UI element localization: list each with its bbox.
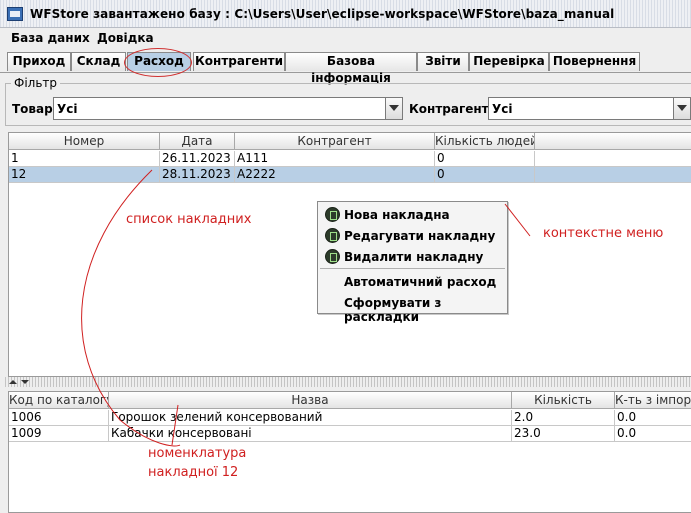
context-menu-edit-invoice[interactable]: Редагувати накладну — [318, 226, 507, 246]
cell-date: 28.11.2023 — [160, 167, 235, 183]
context-menu-separator — [320, 268, 505, 269]
context-menu-from-layout[interactable]: Сформувати з раскладки — [318, 293, 507, 324]
column-header-quantity[interactable]: Кількість — [512, 392, 615, 409]
column-header-people-count[interactable]: Кількість людей — [435, 133, 535, 150]
annotation-context-menu: контекстне меню — [543, 226, 664, 241]
tab-warehouse[interactable]: Склад — [71, 52, 126, 71]
table-row[interactable]: 1 26.11.2023 A111 0 — [9, 151, 691, 167]
column-header-name[interactable]: Назва — [109, 392, 512, 409]
table-row[interactable]: 1006 Горошок зелений консервований 2.0 0… — [9, 410, 691, 426]
context-menu-label: Редагувати накладну — [344, 229, 496, 243]
context-menu-label: Автоматичний расход — [344, 275, 497, 289]
edit-document-icon — [325, 228, 340, 243]
app-window-icon — [7, 7, 23, 21]
goods-combo-value: Усі — [57, 102, 78, 116]
column-header-catalog-code[interactable]: Код по каталогу — [9, 392, 109, 409]
tab-expense[interactable]: Расход — [127, 52, 191, 71]
window-title: WFStore завантажено базу : C:\Users\User… — [30, 7, 615, 21]
items-table: Код по каталогу Назва Кількість К-ть з і… — [8, 391, 691, 513]
goods-combo[interactable]: Усі — [53, 97, 403, 120]
cell-counterparty: A111 — [235, 151, 435, 167]
column-header-number[interactable]: Номер — [9, 133, 160, 150]
table-row[interactable]: 1009 Кабачки консервовані 23.0 0.0 — [9, 426, 691, 442]
cell-name: Горошок зелений консервований — [109, 410, 512, 426]
annotation-invoice-list: список накладних — [126, 212, 252, 227]
context-menu-label: Сформувати з раскладки — [344, 296, 442, 324]
tab-reports[interactable]: Звіти — [417, 52, 469, 71]
cell-number: 1 — [9, 151, 160, 167]
tab-counterparties[interactable]: Контрагенти — [193, 52, 285, 71]
cell-people-count: 0 — [435, 167, 535, 183]
cell-filler — [535, 167, 691, 183]
arrow-up-icon[interactable] — [9, 380, 17, 384]
context-menu-label: Нова накладна — [344, 208, 450, 222]
cell-filler — [535, 151, 691, 167]
context-menu: Нова накладна Редагувати накладну Видали… — [317, 201, 508, 324]
filter-legend: Фільтр — [11, 76, 61, 90]
tab-returns[interactable]: Повернення — [549, 52, 640, 71]
annotation-nomenclature-line1: номенклатура — [148, 446, 247, 461]
cell-import-quantity: 0.0 — [615, 410, 691, 426]
annotation-nomenclature-line2: накладної 12 — [148, 465, 239, 480]
cell-quantity: 2.0 — [512, 410, 615, 426]
title-bar: WFStore завантажено базу : C:\Users\User… — [0, 0, 691, 28]
menu-help[interactable]: Довідка — [97, 31, 154, 45]
split-pane-divider[interactable] — [5, 377, 691, 387]
menu-database[interactable]: База даних — [11, 31, 90, 45]
tab-base-info[interactable]: Базова інформація — [285, 52, 417, 85]
cell-catalog-code: 1006 — [9, 410, 109, 426]
new-document-icon — [325, 207, 340, 222]
column-header-date[interactable]: Дата — [160, 133, 235, 150]
tab-receipt[interactable]: Приход — [7, 52, 71, 71]
context-menu-new-invoice[interactable]: Нова накладна — [318, 205, 507, 225]
cell-import-quantity: 0.0 — [615, 426, 691, 442]
menu-bar: База даних Довідка — [0, 28, 691, 48]
cell-number: 12 — [9, 167, 160, 183]
context-menu-auto-expense[interactable]: Автоматичний расход — [318, 272, 507, 292]
tab-check[interactable]: Перевірка — [469, 52, 549, 71]
table-row-selected[interactable]: 12 28.11.2023 A2222 0 — [9, 167, 691, 183]
column-header-counterparty[interactable]: Контрагент — [235, 133, 435, 150]
cell-name: Кабачки консервовані — [109, 426, 512, 442]
cell-catalog-code: 1009 — [9, 426, 109, 442]
cell-date: 26.11.2023 — [160, 151, 235, 167]
context-menu-delete-invoice[interactable]: Видалити накладну — [318, 247, 507, 267]
cell-quantity: 23.0 — [512, 426, 615, 442]
context-menu-label: Видалити накладну — [344, 250, 484, 264]
counterparty-combo[interactable]: Усі — [488, 97, 691, 120]
delete-document-icon — [325, 249, 340, 264]
cell-counterparty: A2222 — [235, 167, 435, 183]
arrow-down-icon[interactable] — [21, 380, 29, 384]
counterparty-combo-value: Усі — [492, 102, 513, 116]
column-header-import-quantity[interactable]: К-ть з імпорту — [615, 392, 691, 409]
chevron-down-icon[interactable] — [385, 98, 402, 119]
column-header-filler — [535, 133, 691, 150]
cell-people-count: 0 — [435, 151, 535, 167]
chevron-down-icon[interactable] — [673, 98, 690, 119]
tab-bar: Приход Склад Расход Контрагенти Базова і… — [0, 49, 691, 85]
